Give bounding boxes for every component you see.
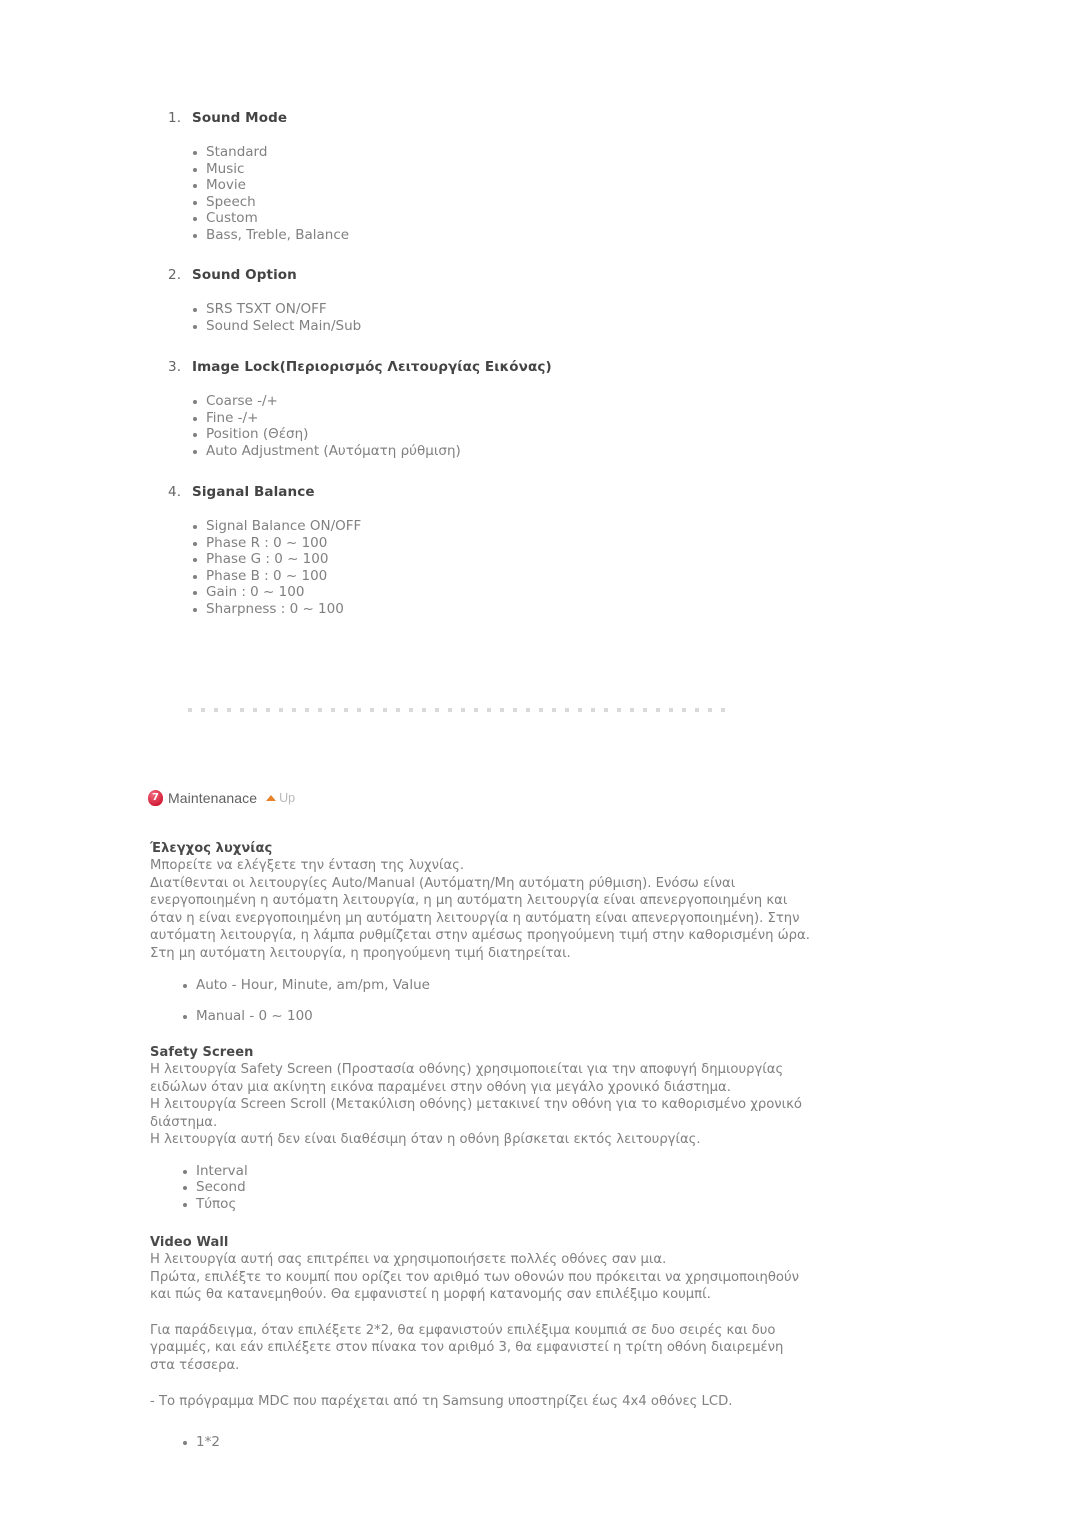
- control-group-number: 3.: [168, 359, 182, 375]
- control-group-heading: 1. Sound Mode: [168, 110, 349, 126]
- block-body: Η λειτουργία Safety Screen (Προστασία οθ…: [150, 1061, 810, 1149]
- block-items: 1*2: [182, 1434, 810, 1451]
- list-item: Auto Adjustment (Αυτόματη ρύθμιση): [192, 443, 552, 460]
- block-body: Μπορείτε να ελέγξετε την ένταση της λυχν…: [150, 857, 810, 963]
- paragraph: Η λειτουργία Safety Screen (Προστασία οθ…: [150, 1062, 784, 1095]
- maintenance-block-video-wall: Video Wall Η λειτουργία αυτή σας επιτρέπ…: [150, 1235, 810, 1451]
- up-link-label: Up: [279, 791, 296, 805]
- paragraph: Η λειτουργία αυτή σας επιτρέπει να χρησι…: [150, 1252, 667, 1267]
- paragraph: Μπορείτε να ελέγξετε την ένταση της λυχν…: [150, 858, 465, 873]
- list-item: 1*2: [182, 1434, 810, 1451]
- block-body-extra: Για παράδειγμα, όταν επιλέξετε 2*2, θα ε…: [150, 1322, 810, 1375]
- control-group-heading: 4. Siganal Balance: [168, 484, 361, 500]
- block-title: Video Wall: [150, 1235, 229, 1250]
- list-item: Interval: [182, 1163, 810, 1180]
- block-items: Auto - Hour, Minute, am/pm, Value Manual…: [182, 977, 810, 1025]
- control-group-signal-balance: 4. Siganal Balance Signal Balance ON/OFF …: [168, 484, 361, 617]
- control-group-title: Siganal Balance: [192, 484, 315, 500]
- numbered-badge-icon: 7: [148, 790, 163, 806]
- control-group-number: 4.: [168, 484, 182, 500]
- block-body: Η λειτουργία αυτή σας επιτρέπει να χρησι…: [150, 1251, 810, 1304]
- paragraph: Η λειτουργία Screen Scroll (Μετακύλιση ο…: [150, 1097, 802, 1130]
- list-item: Phase G : 0 ~ 100: [192, 551, 361, 568]
- list-item: Bass, Treble, Balance: [192, 227, 349, 244]
- block-items: Interval Second Τύπος: [182, 1163, 810, 1213]
- list-item: Movie: [192, 177, 349, 194]
- control-group-heading: 3. Image Lock(Περιορισμός Λειτουργίας Εικ…: [168, 359, 552, 375]
- paragraph: Για παράδειγμα, όταν επιλέξετε 2*2, θα ε…: [150, 1322, 784, 1373]
- list-item: Gain : 0 ~ 100: [192, 584, 361, 601]
- list-item: Coarse -/+: [192, 393, 552, 410]
- control-group-items: Signal Balance ON/OFF Phase R : 0 ~ 100 …: [192, 518, 361, 617]
- control-group-items: Coarse -/+ Fine -/+ Position (Θέση) Auto…: [192, 393, 552, 459]
- manual-page: 1. Sound Mode Standard Music Movie Speech…: [0, 0, 1080, 1528]
- section-divider: [188, 708, 732, 712]
- list-item: Standard: [192, 144, 349, 161]
- maintenance-block-safety-screen: Safety Screen Η λειτουργία Safety Screen…: [150, 1045, 810, 1212]
- video-wall-note: - Το πρόγραμμα MDC που παρέχεται από τη …: [150, 1393, 733, 1409]
- block-title: Έλεγχος λυχνίας: [150, 841, 273, 856]
- maintenance-title: Maintenanace: [168, 790, 258, 806]
- list-item: Τύπος: [182, 1196, 810, 1213]
- paragraph: Η λειτουργία αυτή δεν είναι διαθέσιμη ότ…: [150, 1132, 701, 1148]
- list-item: Speech: [192, 194, 349, 211]
- control-group-items: Standard Music Movie Speech Custom Bass,…: [192, 144, 349, 243]
- maintenance-section-header: 7 Maintenanace Up: [148, 790, 295, 806]
- arrow-up-icon: [266, 795, 277, 801]
- list-item: Position (Θέση): [192, 426, 552, 443]
- list-item: Phase R : 0 ~ 100: [192, 535, 361, 552]
- control-group-sound-option: 2. Sound Option SRS TSXT ON/OFF Sound Sel…: [168, 267, 361, 334]
- list-item: Phase B : 0 ~ 100: [192, 568, 361, 585]
- control-group-number: 2.: [168, 267, 182, 283]
- list-item: SRS TSXT ON/OFF: [192, 301, 361, 318]
- paragraph: Πρώτα, επιλέξτε το κουμπί που ορίζει τον…: [150, 1269, 799, 1303]
- control-group-title: Image Lock(Περιορισμός Λειτουργίας Εικόν…: [192, 359, 552, 375]
- list-item: Sound Select Main/Sub: [192, 318, 361, 335]
- list-item: Second: [182, 1179, 810, 1196]
- control-group-sound-mode: 1. Sound Mode Standard Music Movie Speech…: [168, 110, 349, 243]
- control-group-number: 1.: [168, 110, 182, 126]
- maintenance-block-lamp-control: Έλεγχος λυχνίας Μπορείτε να ελέγξετε την…: [150, 841, 810, 1040]
- control-group-image-lock: 3. Image Lock(Περιορισμός Λειτουργίας Εικ…: [168, 359, 552, 459]
- control-group-items: SRS TSXT ON/OFF Sound Select Main/Sub: [192, 301, 361, 334]
- control-group-heading: 2. Sound Option: [168, 267, 361, 283]
- list-item: Music: [192, 161, 349, 178]
- control-group-title: Sound Option: [192, 267, 297, 283]
- block-title: Safety Screen: [150, 1045, 254, 1060]
- paragraph: Διατίθενται οι λειτουργίες Auto/Manual (…: [150, 875, 810, 961]
- list-item: Auto - Hour, Minute, am/pm, Value: [182, 977, 810, 994]
- list-item: Custom: [192, 210, 349, 227]
- up-link[interactable]: Up: [266, 791, 295, 805]
- list-item: Fine -/+: [192, 410, 552, 427]
- control-group-title: Sound Mode: [192, 110, 288, 126]
- list-item: Signal Balance ON/OFF: [192, 518, 361, 535]
- list-item: Sharpness : 0 ~ 100: [192, 601, 361, 618]
- list-item: Manual - 0 ~ 100: [182, 1008, 810, 1025]
